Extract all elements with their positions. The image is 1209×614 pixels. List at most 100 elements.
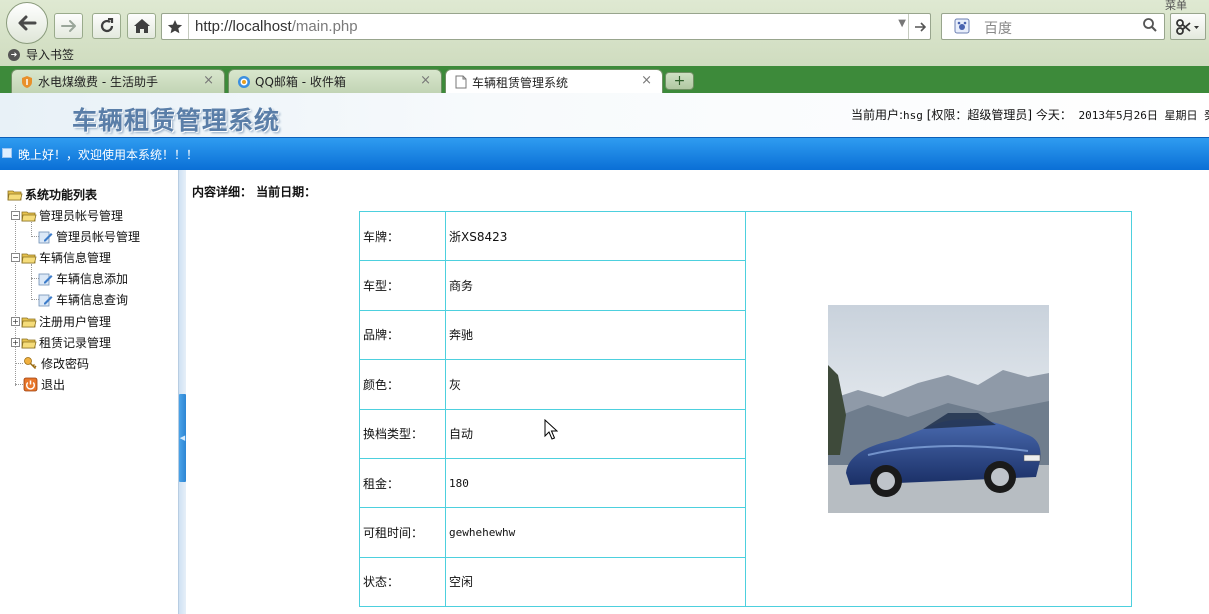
main-content: 内容详细： 当前日期： 车牌： 浙XS8423 车型： 商务 品牌： 奔驰 颜色… [186, 170, 1209, 614]
home-button[interactable] [127, 13, 156, 39]
forward-arrow-icon [60, 20, 76, 32]
browser-toolbar: 菜单 http://localhost/main.php ▼ 百度 ➜ 导入书签 [0, 0, 1209, 66]
sidebar-splitter[interactable]: ◀ [178, 170, 186, 614]
field-value: 奔驰 [445, 309, 746, 361]
tab-label: 车辆租赁管理系统 [472, 75, 569, 90]
go-arrow-icon [914, 21, 926, 32]
scissors-icon [1176, 18, 1199, 35]
field-label: 可租时间： [359, 507, 446, 558]
collapse-icon[interactable]: − [11, 253, 20, 262]
field-value: 灰 [445, 359, 746, 410]
url-text[interactable]: http://localhost/main.php [195, 18, 358, 35]
edit-page-icon [38, 231, 53, 244]
vehicle-photo-cell [745, 210, 1132, 608]
current-user-info: 当前用户:hsg [权限：超级管理员] 今天： 2013年5月26日 星期日 癸 [851, 106, 1209, 123]
search-icon[interactable] [1142, 17, 1158, 37]
field-value: 自动 [445, 408, 746, 459]
home-icon [133, 19, 150, 33]
close-icon[interactable]: × [203, 73, 214, 88]
tree-line [31, 264, 32, 300]
qq-mail-icon [237, 75, 251, 89]
search-input[interactable]: 百度 [984, 18, 1012, 38]
sidebar-item-logout[interactable]: 退出 [23, 376, 65, 393]
tree-line [15, 205, 16, 386]
bookmark-star-icon[interactable] [162, 14, 189, 39]
search-bar[interactable]: 百度 [941, 13, 1165, 40]
sidebar-group-rental-records[interactable]: + 租赁记录管理 [11, 334, 111, 351]
search-engine-icon[interactable] [954, 18, 970, 34]
field-label: 车型： [359, 260, 446, 311]
tree-line [15, 384, 23, 385]
key-icon [24, 357, 37, 370]
new-tab-button[interactable]: + [665, 72, 694, 90]
sidebar-group-label: 注册用户管理 [39, 315, 112, 329]
field-label: 品牌： [359, 309, 446, 361]
close-icon[interactable]: × [641, 73, 652, 88]
sidebar: 系统功能列表 − 管理员帐号管理 管理员帐号管理 − 车辆信息管理 车辆信息添加… [0, 170, 178, 614]
user-name: hsg [903, 109, 923, 122]
refresh-button[interactable] [92, 13, 121, 39]
mouse-cursor-icon [544, 419, 558, 440]
folder-open-icon [21, 253, 37, 263]
expand-icon[interactable]: + [11, 317, 20, 326]
import-bookmarks-label: 导入书签 [26, 48, 75, 62]
field-label: 换档类型： [359, 408, 446, 459]
sidebar-item-admin-account[interactable]: 管理员帐号管理 [38, 228, 140, 245]
go-button[interactable] [908, 14, 930, 39]
sidebar-group-registered-users[interactable]: + 注册用户管理 [11, 313, 111, 330]
sidebar-group-label: 车辆信息管理 [39, 251, 112, 265]
field-label: 颜色： [359, 359, 446, 410]
collapse-sidebar-handle[interactable]: ◀ [179, 394, 186, 482]
tree-line [31, 222, 32, 237]
import-icon: ➜ [8, 48, 20, 61]
sidebar-group-label: 管理员帐号管理 [39, 209, 124, 223]
sidebar-group-vehicle-info[interactable]: − 车辆信息管理 [11, 249, 111, 266]
sidebar-item-vehicle-query[interactable]: 车辆信息查询 [38, 291, 128, 308]
expand-icon[interactable]: + [11, 338, 20, 347]
field-value: 180 [445, 457, 746, 509]
close-icon[interactable]: × [420, 73, 431, 88]
table-row: 车牌： 浙XS8423 [359, 210, 1132, 608]
sidebar-item-change-password[interactable]: 修改密码 [23, 355, 89, 372]
tab-qq-mail[interactable]: QQ邮箱 - 收件箱 × [228, 69, 442, 93]
greeting-bar: 晚上好！，欢迎使用本系统！！！ [0, 137, 1209, 170]
sidebar-item-label: 退出 [41, 378, 66, 392]
plus-icon: + [673, 73, 686, 89]
field-label: 车牌： [359, 210, 446, 262]
back-button[interactable] [6, 2, 48, 44]
sidebar-item-label: 车辆信息添加 [56, 272, 129, 286]
tab-car-rental[interactable]: 车辆租赁管理系统 × [445, 69, 663, 94]
folder-open-icon [7, 190, 23, 200]
field-label: 状态： [359, 556, 446, 608]
power-icon [23, 377, 38, 392]
vehicle-photo [828, 304, 1049, 513]
collapse-icon[interactable]: − [11, 211, 20, 220]
tab-strip: 水电煤缴费 - 生活助手 × QQ邮箱 - 收件箱 × 车辆租赁管理系统 × + [0, 66, 1209, 94]
address-bar[interactable]: http://localhost/main.php ▼ [161, 13, 931, 40]
sidebar-root[interactable]: 系统功能列表 [7, 186, 97, 203]
folder-icon [21, 317, 37, 327]
sidebar-root-label: 系统功能列表 [25, 188, 98, 202]
menu-hint[interactable]: 菜单 [1165, 0, 1187, 13]
content-title: 内容详细： 当前日期： [192, 185, 317, 199]
tab-utility-payment[interactable]: 水电煤缴费 - 生活助手 × [11, 69, 225, 93]
monitor-icon [2, 148, 12, 158]
tools-menu-button[interactable] [1170, 13, 1206, 40]
field-value: gewhehewhw [445, 507, 746, 558]
field-value: 商务 [445, 260, 746, 311]
sidebar-item-label: 修改密码 [41, 357, 90, 371]
sidebar-group-admin-account[interactable]: − 管理员帐号管理 [11, 207, 123, 224]
tree-line [15, 363, 23, 364]
url-dropdown-icon[interactable]: ▼ [898, 18, 906, 29]
app-logo: 车辆租赁管理系统 [72, 106, 281, 135]
edit-page-icon [38, 294, 53, 307]
edit-page-icon [38, 273, 53, 286]
forward-button[interactable] [54, 13, 83, 39]
field-label: 租金： [359, 457, 446, 509]
sidebar-item-label: 管理员帐号管理 [56, 230, 141, 244]
user-prefix: 当前用户: [851, 108, 904, 122]
vehicle-detail-table: 车牌： 浙XS8423 车型： 商务 品牌： 奔驰 颜色： 灰 换档类型： 自动… [359, 210, 1132, 608]
import-bookmarks[interactable]: ➜ 导入书签 [8, 46, 74, 63]
sidebar-item-vehicle-add[interactable]: 车辆信息添加 [38, 270, 128, 287]
refresh-icon [100, 18, 113, 33]
